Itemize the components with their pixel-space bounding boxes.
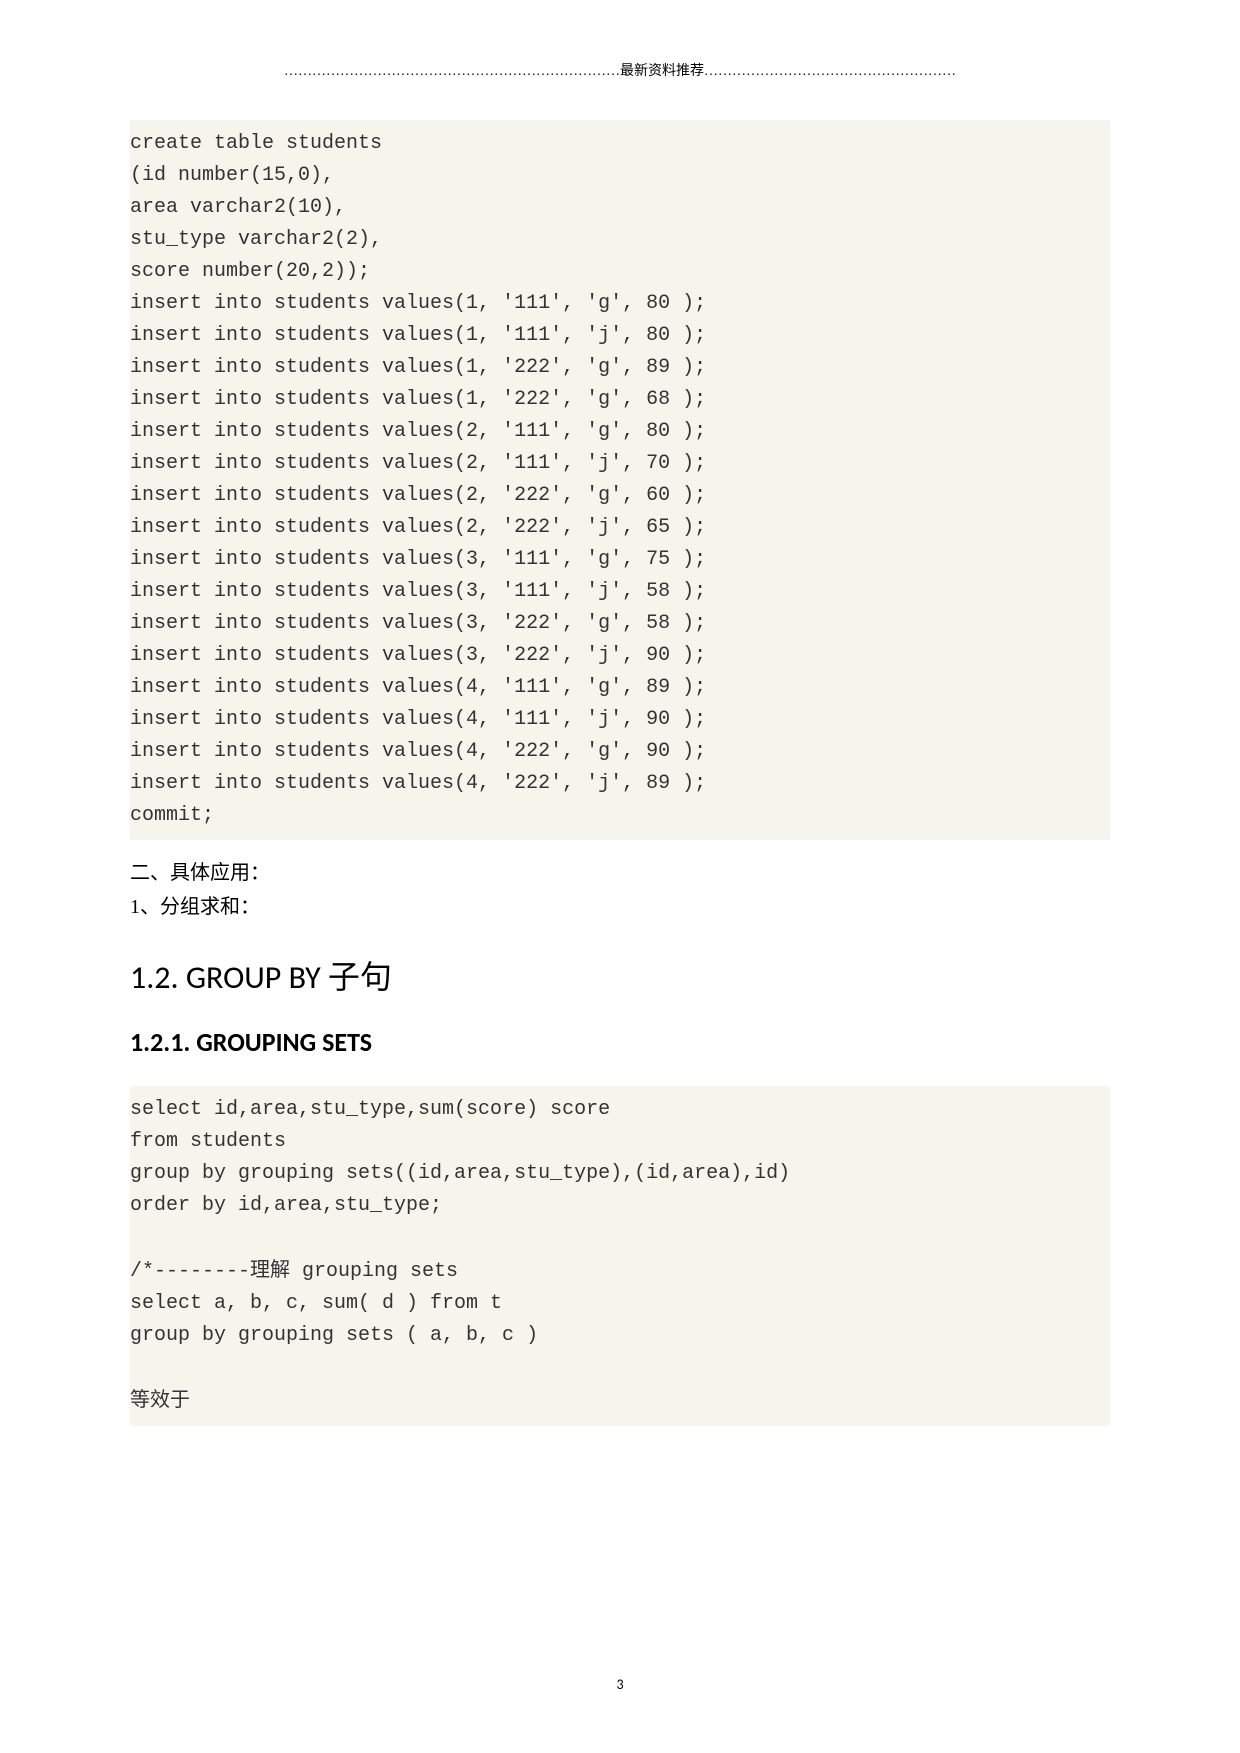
heading-1-2-en: 1.2. GROUP BY <box>130 958 328 997</box>
code-block-grouping-sets: select id,area,stu_type,sum(score) score… <box>130 1086 1110 1426</box>
heading-1-2-1: 1.2.1. GROUPING SETS <box>130 1026 1110 1058</box>
code-block-create: create table students (id number(15,0), … <box>130 120 1110 840</box>
heading-1-2-cn: 子句 <box>328 959 392 995</box>
page-header: ………………………………………………………………最新资料推荐…………………………… <box>130 60 1110 80</box>
section-2-title: 二、具体应用： <box>130 858 1110 888</box>
code2-cn-1: 理解 <box>250 1259 290 1281</box>
heading-1-2: 1.2. GROUP BY 子句 <box>130 952 1110 998</box>
section-2-1: 1、分组求和： <box>130 892 1110 922</box>
code2-cn-2: 等效于 <box>130 1389 190 1411</box>
page-number: 3 <box>0 1676 1240 1693</box>
code2-part-a: select id,area,stu_type,sum(score) score… <box>130 1098 790 1283</box>
